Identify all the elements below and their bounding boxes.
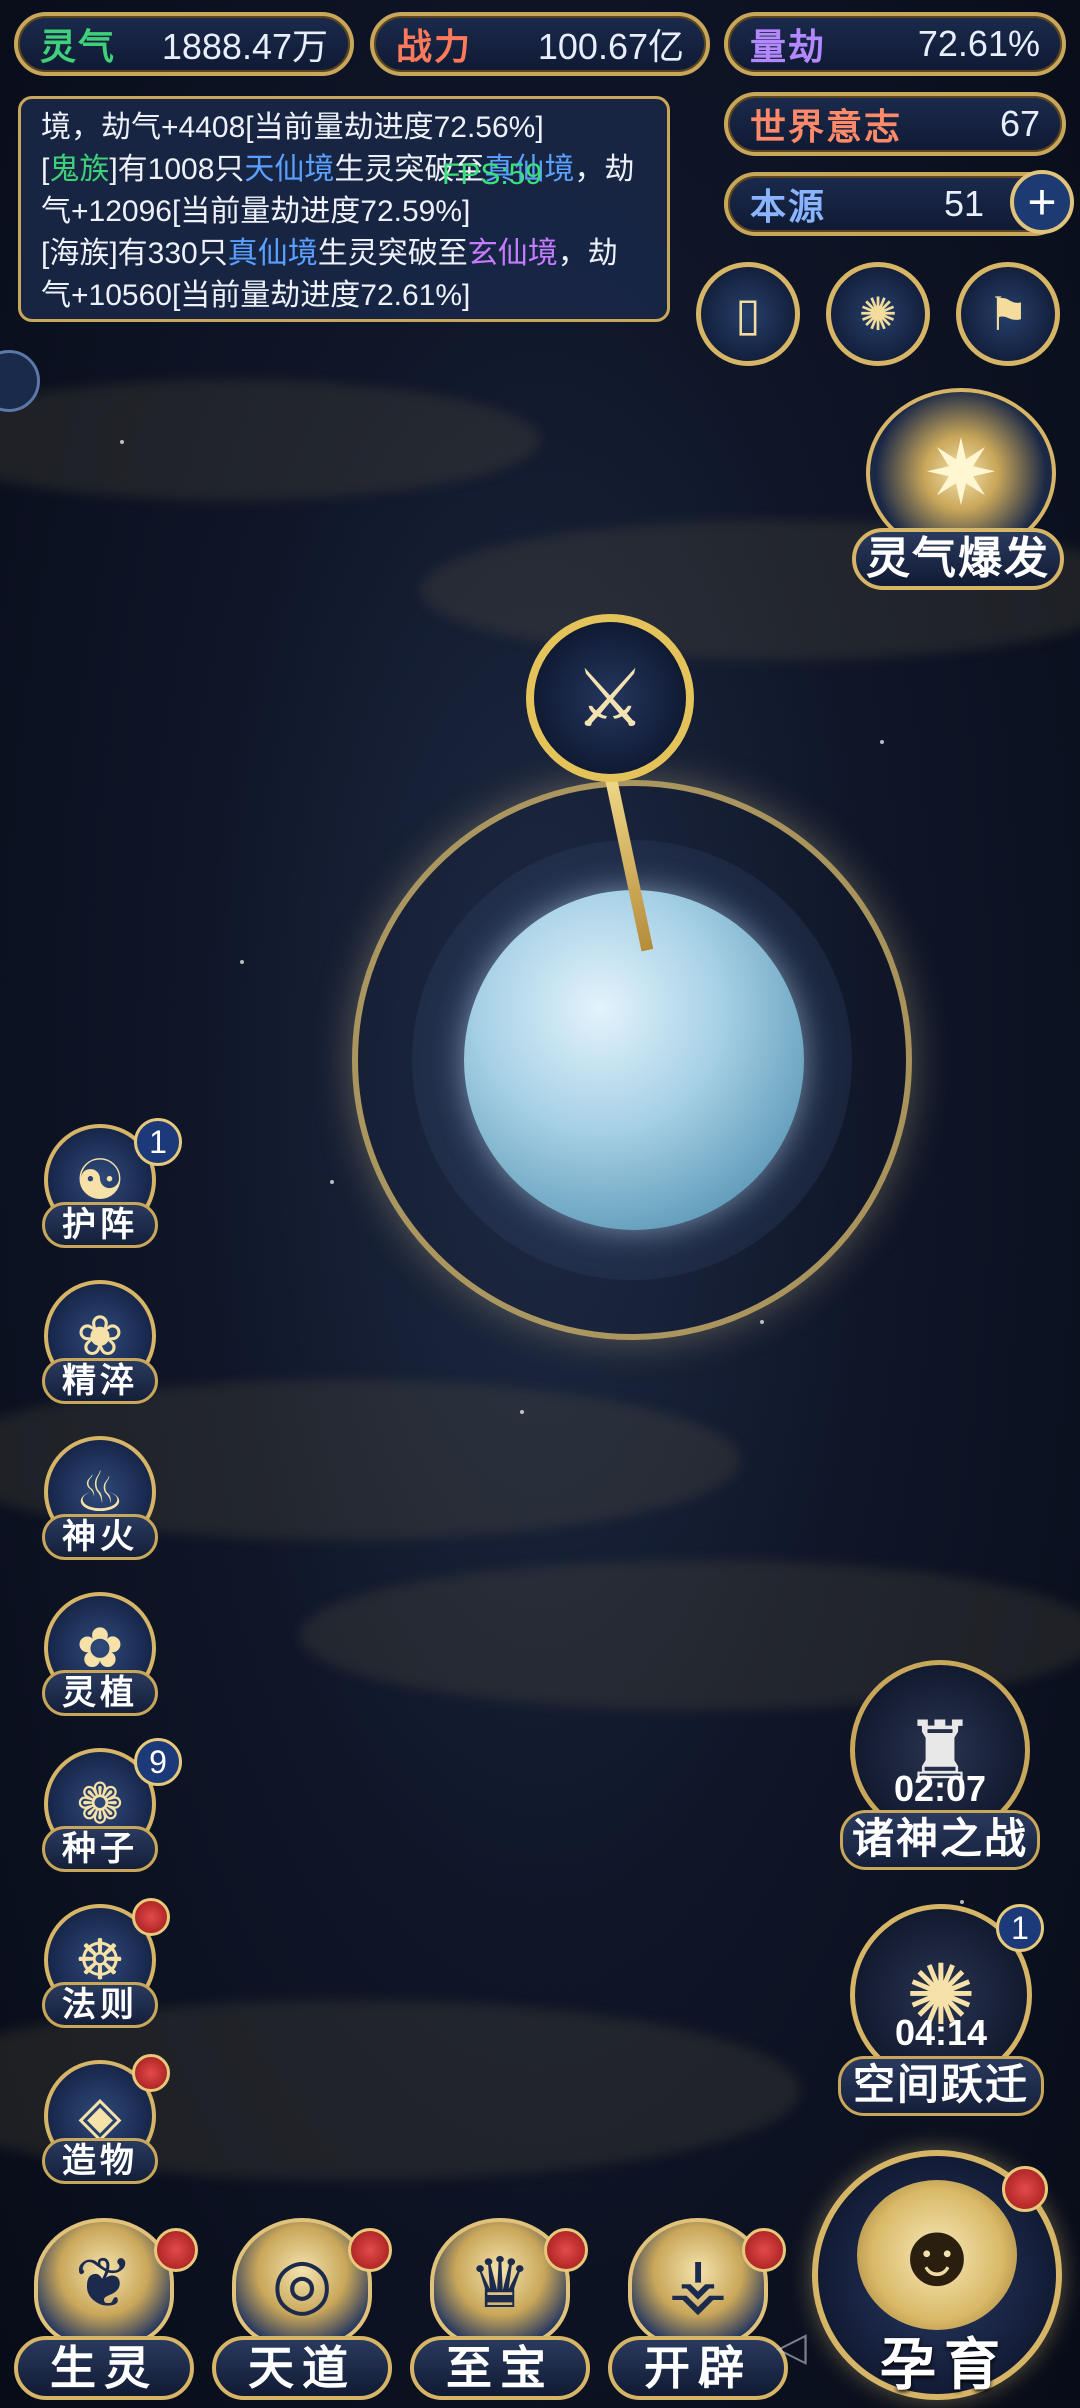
nav-shengling[interactable]: ❦ 生灵 — [14, 2218, 198, 2404]
notification-dot — [132, 1898, 170, 1936]
nav-zhibao[interactable]: ♛ 至宝 — [410, 2218, 590, 2404]
side-button-label: 精淬 — [42, 1358, 158, 1404]
space-leap-label: 空间跃迁 — [838, 2056, 1044, 2116]
card-icon: ▯ — [735, 288, 761, 340]
side-button-label: 灵植 — [42, 1670, 158, 1716]
lingqi-burst-button[interactable]: ✷ 灵气爆发 — [852, 388, 1072, 598]
notification-dot — [1002, 2166, 1048, 2212]
yunyu-button[interactable]: ☻ 孕育 — [812, 2150, 1062, 2400]
side-button-label: 神火 — [42, 1514, 158, 1560]
log-text: 生灵突破至 — [317, 237, 468, 270]
card-button[interactable]: ▯ — [696, 262, 800, 366]
shijie-value: 67 — [999, 103, 1040, 144]
side-button-shenhuo[interactable]: ♨ 神火 — [36, 1436, 164, 1564]
portal-button[interactable]: ✺ — [826, 262, 930, 366]
side-button-label: 法则 — [42, 1982, 158, 2028]
side-button-label: 种子 — [42, 1826, 158, 1872]
liangjie-resource[interactable]: 量劫 72.61% — [724, 12, 1066, 76]
notification-dot — [544, 2228, 588, 2272]
log-entry: [鬼族]有1008只天仙境生灵突破至真仙境，劫气+12096[当前量劫进度72.… — [41, 149, 647, 233]
nav-label: 生灵 — [14, 2336, 194, 2400]
realm-name: 天仙境 — [244, 153, 335, 186]
log-text: [海族]有330只 — [41, 237, 228, 270]
fps-counter: FPS:59 — [442, 158, 543, 191]
burst-label: 灵气爆发 — [852, 528, 1064, 590]
add-benyuan-button[interactable]: + — [1010, 170, 1074, 234]
liangjie-label: 量劫 — [750, 26, 827, 67]
side-button-label: 造物 — [42, 2138, 158, 2184]
space-leap-button[interactable]: ✺ 1 04:14 空间跃迁 — [836, 1904, 1046, 2120]
zhanli-resource[interactable]: 战力 100.67亿 — [370, 12, 710, 76]
zhanli-label: 战力 — [396, 26, 473, 67]
lingqi-resource[interactable]: 灵气 1888.47万 — [14, 12, 354, 76]
target-realm: 玄仙境 — [467, 237, 558, 270]
nav-tiandao[interactable]: ◎ 天道 — [212, 2218, 392, 2404]
scroll-button[interactable]: ⚑ — [956, 262, 1060, 366]
side-button-label: 护阵 — [42, 1202, 158, 1248]
gods-war-label: 诸神之战 — [840, 1810, 1040, 1870]
yunyu-label: 孕育 — [880, 2333, 1008, 2396]
nav-label: 至宝 — [410, 2336, 590, 2400]
space-leap-timer: 04:14 — [894, 2012, 988, 2053]
count-badge: 1 — [134, 1118, 182, 1166]
notification-dot — [348, 2228, 392, 2272]
vortex-icon: ✺ — [858, 288, 898, 340]
side-button-zhongzi[interactable]: ❁ 种子 9 — [36, 1738, 182, 1876]
shijie-label: 世界意志 — [750, 106, 903, 147]
race-name: 鬼族 — [49, 153, 110, 186]
liangjie-value: 72.61% — [917, 23, 1040, 64]
zhanli-value: 100.67亿 — [537, 26, 684, 67]
side-button-faze[interactable]: ☸ 法则 — [36, 1898, 170, 2032]
scroll-icon: ⚑ — [987, 288, 1029, 340]
benyuan-label: 本源 — [750, 186, 827, 227]
shijie-resource[interactable]: 世界意志 67 — [724, 92, 1066, 156]
nav-label: 开辟 — [608, 2336, 788, 2400]
log-line: 境，劫气+4408[当前量劫进度72.56%] — [41, 111, 544, 144]
event-log[interactable]: 境，劫气+4408[当前量劫进度72.56%] [鬼族]有1008只天仙境生灵突… — [18, 96, 670, 322]
plus-icon: + — [1027, 174, 1057, 230]
log-entry: [海族]有330只真仙境生灵突破至玄仙境，劫气+10560[当前量劫进度72.6… — [41, 233, 647, 317]
lingqi-label: 灵气 — [40, 26, 117, 67]
notification-dot — [154, 2228, 198, 2272]
log-text: ]有1008只 — [109, 153, 245, 186]
notification-dot — [132, 2054, 170, 2092]
back-arrow-icon[interactable]: ◁ — [776, 2324, 807, 2370]
life-icon: ❦ — [34, 2218, 174, 2348]
location-marker[interactable]: ⚔ — [520, 614, 700, 954]
realm-name: 真仙境 — [227, 237, 318, 270]
embryo-icon: ☻ — [857, 2180, 1017, 2330]
side-button-lingzhi[interactable]: ✿ 灵植 — [36, 1592, 164, 1720]
side-button-jingcui[interactable]: ❀ 精淬 — [36, 1280, 164, 1408]
gods-war-button[interactable]: ♜ 02:07 诸神之战 — [840, 1660, 1040, 1874]
notification-dot — [742, 2228, 786, 2272]
gods-war-timer: 02:07 — [893, 1768, 987, 1809]
lingqi-value: 1888.47万 — [161, 26, 328, 67]
benyuan-value: 51 — [943, 183, 984, 224]
side-button-zaowu[interactable]: ◈ 造物 — [36, 2054, 170, 2188]
marker-stem — [604, 772, 654, 952]
side-button-huzhen[interactable]: ☯ 护阵 1 — [36, 1118, 182, 1252]
sword-icon: ⚔ — [526, 614, 694, 782]
count-badge: 1 — [996, 1904, 1044, 1952]
nav-kaipi[interactable]: ⚶ 开辟 — [608, 2218, 788, 2404]
nav-label: 天道 — [212, 2336, 392, 2400]
count-badge: 9 — [134, 1738, 182, 1786]
